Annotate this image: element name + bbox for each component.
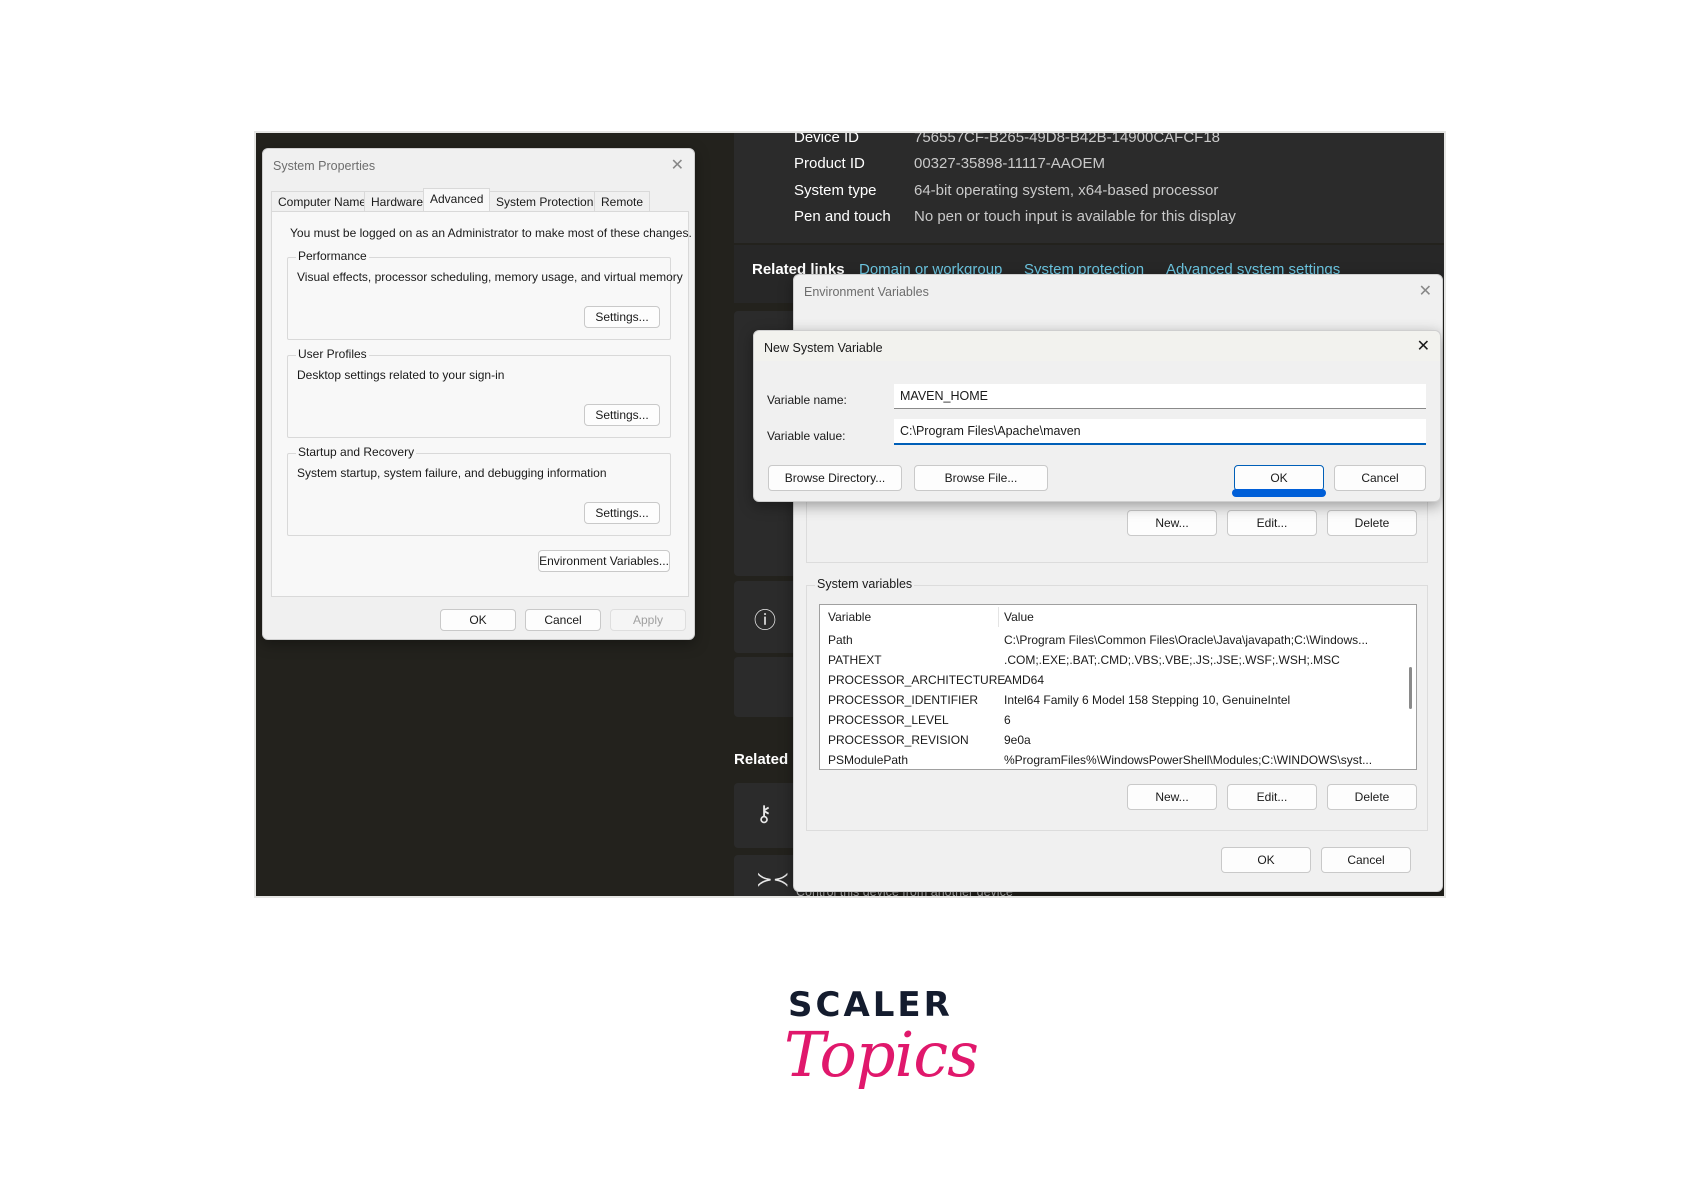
group-legend: Performance	[296, 249, 369, 263]
system-variables-list[interactable]: Variable Value Path C:\Program Files\Comm…	[819, 604, 1417, 770]
tab-system-protection[interactable]: System Protection	[489, 191, 601, 211]
column-header-value[interactable]: Value	[1004, 610, 1034, 624]
user-new-button[interactable]: New...	[1127, 510, 1217, 536]
variable-name: PROCESSOR_REVISION	[828, 733, 969, 747]
advanced-tab-panel: You must be logged on as an Administrato…	[271, 211, 692, 597]
dialog-title: Environment Variables	[804, 285, 929, 299]
list-header: Variable Value	[820, 607, 1402, 627]
close-icon[interactable]: ✕	[671, 155, 684, 175]
remote-desktop-icon: ≻≺	[756, 869, 790, 891]
variable-name: Path	[828, 633, 853, 647]
table-row[interactable]: PROCESSOR_LEVEL 6	[820, 710, 1402, 730]
performance-group: Performance Visual effects, processor sc…	[287, 249, 683, 340]
spec-label: Device ID	[794, 131, 860, 146]
tab-computer-name[interactable]: Computer Name	[271, 191, 374, 211]
group-legend: User Profiles	[296, 347, 369, 361]
help-icon: ⓘ	[754, 608, 777, 633]
cancel-button[interactable]: Cancel	[525, 609, 601, 631]
user-profiles-group: User Profiles Desktop settings related t…	[287, 347, 671, 438]
highlight-underline	[1232, 489, 1326, 497]
group-description: Desktop settings related to your sign-in	[297, 368, 505, 382]
spec-value: 64-bit operating system, x64-based proce…	[914, 182, 1219, 199]
table-row[interactable]: Path C:\Program Files\Common Files\Oracle…	[820, 630, 1402, 650]
variable-value: Intel64 Family 6 Model 158 Stepping 10, …	[1004, 693, 1291, 707]
variable-value: 9e0a	[1004, 733, 1031, 747]
system-new-button[interactable]: New...	[1127, 784, 1217, 810]
environment-variables-button[interactable]: Environment Variables...	[538, 550, 670, 572]
group-description: System startup, system failure, and debu…	[297, 466, 607, 480]
key-icon: ⚷	[756, 801, 773, 826]
variable-name-label: Variable name:	[767, 393, 847, 407]
tab-hardware[interactable]: Hardware	[364, 191, 431, 211]
spec-value: 756557CF-B265-49D8-B42B-14900CAFCF18	[914, 131, 1221, 146]
startup-recovery-group: Startup and Recovery System startup, sys…	[287, 445, 671, 536]
table-row[interactable]: PSModulePath %ProgramFiles%\WindowsPowerS…	[820, 750, 1402, 769]
variable-value: %ProgramFiles%\WindowsPowerShell\Modules…	[1004, 753, 1373, 767]
variable-value: C:\Program Files\Common Files\Oracle\Jav…	[1004, 633, 1369, 647]
spec-value: 00327-35898-11117-AAOEM	[914, 155, 1105, 172]
variable-value-label: Variable value:	[767, 429, 846, 443]
system-edit-button[interactable]: Edit...	[1227, 784, 1317, 810]
variable-name: PROCESSOR_ARCHITECTURE	[828, 673, 1006, 687]
dialog-title: System Properties	[273, 159, 376, 173]
cancel-button[interactable]: Cancel	[1334, 465, 1426, 491]
table-row[interactable]: PATHEXT .COM;.EXE;.BAT;.CMD;.VBS;.VBE;.JS…	[820, 650, 1402, 670]
spec-label: Pen and touch	[794, 208, 891, 225]
admin-notice: You must be logged on as an Administrato…	[290, 226, 692, 240]
close-icon[interactable]: ✕	[1419, 281, 1432, 301]
user-profiles-settings-button[interactable]: Settings...	[584, 404, 660, 426]
device-specs-card: Device ID 756557CF-B265-49D8-B42B-14900C…	[734, 131, 1444, 243]
dialog-title: New System Variable	[764, 341, 883, 355]
user-edit-button[interactable]: Edit...	[1227, 510, 1317, 536]
system-variables-group: System variables Variable Value Path C:\P…	[806, 577, 1428, 831]
ok-button[interactable]: OK	[1234, 465, 1324, 491]
topics-logo-text: Topics	[784, 1018, 979, 1091]
group-legend: Startup and Recovery	[296, 445, 417, 459]
tab-advanced[interactable]: Advanced	[423, 188, 491, 212]
spec-value: No pen or touch input is available for t…	[914, 208, 1236, 225]
variable-value: .COM;.EXE;.BAT;.CMD;.VBS;.VBE;.JS;.JSE;.…	[1004, 653, 1340, 667]
ok-button[interactable]: OK	[1221, 847, 1311, 873]
tab-remote[interactable]: Remote	[594, 191, 651, 211]
performance-settings-button[interactable]: Settings...	[584, 306, 660, 328]
new-system-variable-dialog: New System Variable ✕ Variable name: Var…	[753, 330, 1441, 502]
variable-name: PROCESSOR_IDENTIFIER	[828, 693, 979, 707]
table-row[interactable]: PROCESSOR_IDENTIFIER Intel64 Family 6 Mod…	[820, 690, 1402, 710]
group-description: Visual effects, processor scheduling, me…	[297, 270, 683, 284]
startup-recovery-settings-button[interactable]: Settings...	[584, 502, 660, 524]
variable-name: PSModulePath	[828, 753, 909, 767]
variable-name: PROCESSOR_LEVEL	[828, 713, 949, 727]
system-delete-button[interactable]: Delete	[1327, 784, 1417, 810]
browse-directory-button[interactable]: Browse Directory...	[768, 465, 902, 491]
screenshot-frame: Device ID 756557CF-B265-49D8-B42B-14900C…	[254, 131, 1446, 898]
user-delete-button[interactable]: Delete	[1327, 510, 1417, 536]
column-header-variable[interactable]: Variable	[828, 610, 871, 624]
table-row[interactable]: PROCESSOR_ARCHITECTURE AMD64	[820, 670, 1402, 690]
system-properties-dialog: System Properties ✕ Computer Name Hardwa…	[262, 148, 695, 640]
spec-label: Product ID	[794, 155, 865, 172]
related-heading: Related	[734, 751, 789, 768]
ok-button[interactable]: OK	[440, 609, 516, 631]
close-icon[interactable]: ✕	[1417, 336, 1430, 356]
cancel-button[interactable]: Cancel	[1321, 847, 1411, 873]
variable-value: AMD64	[1004, 673, 1045, 687]
list-scrollbar[interactable]	[1409, 667, 1412, 709]
variable-value-input[interactable]	[894, 419, 1426, 445]
browse-file-button[interactable]: Browse File...	[914, 465, 1048, 491]
system-variables-legend: System variables	[815, 577, 915, 591]
variable-name-input[interactable]	[894, 384, 1426, 409]
table-row[interactable]: PROCESSOR_REVISION 9e0a	[820, 730, 1402, 750]
apply-button[interactable]: Apply	[610, 609, 686, 631]
variable-name: PATHEXT	[828, 653, 882, 667]
variable-value: 6	[1004, 713, 1011, 727]
spec-label: System type	[794, 182, 877, 199]
tab-strip: Computer Name Hardware Advanced System P…	[271, 188, 689, 212]
